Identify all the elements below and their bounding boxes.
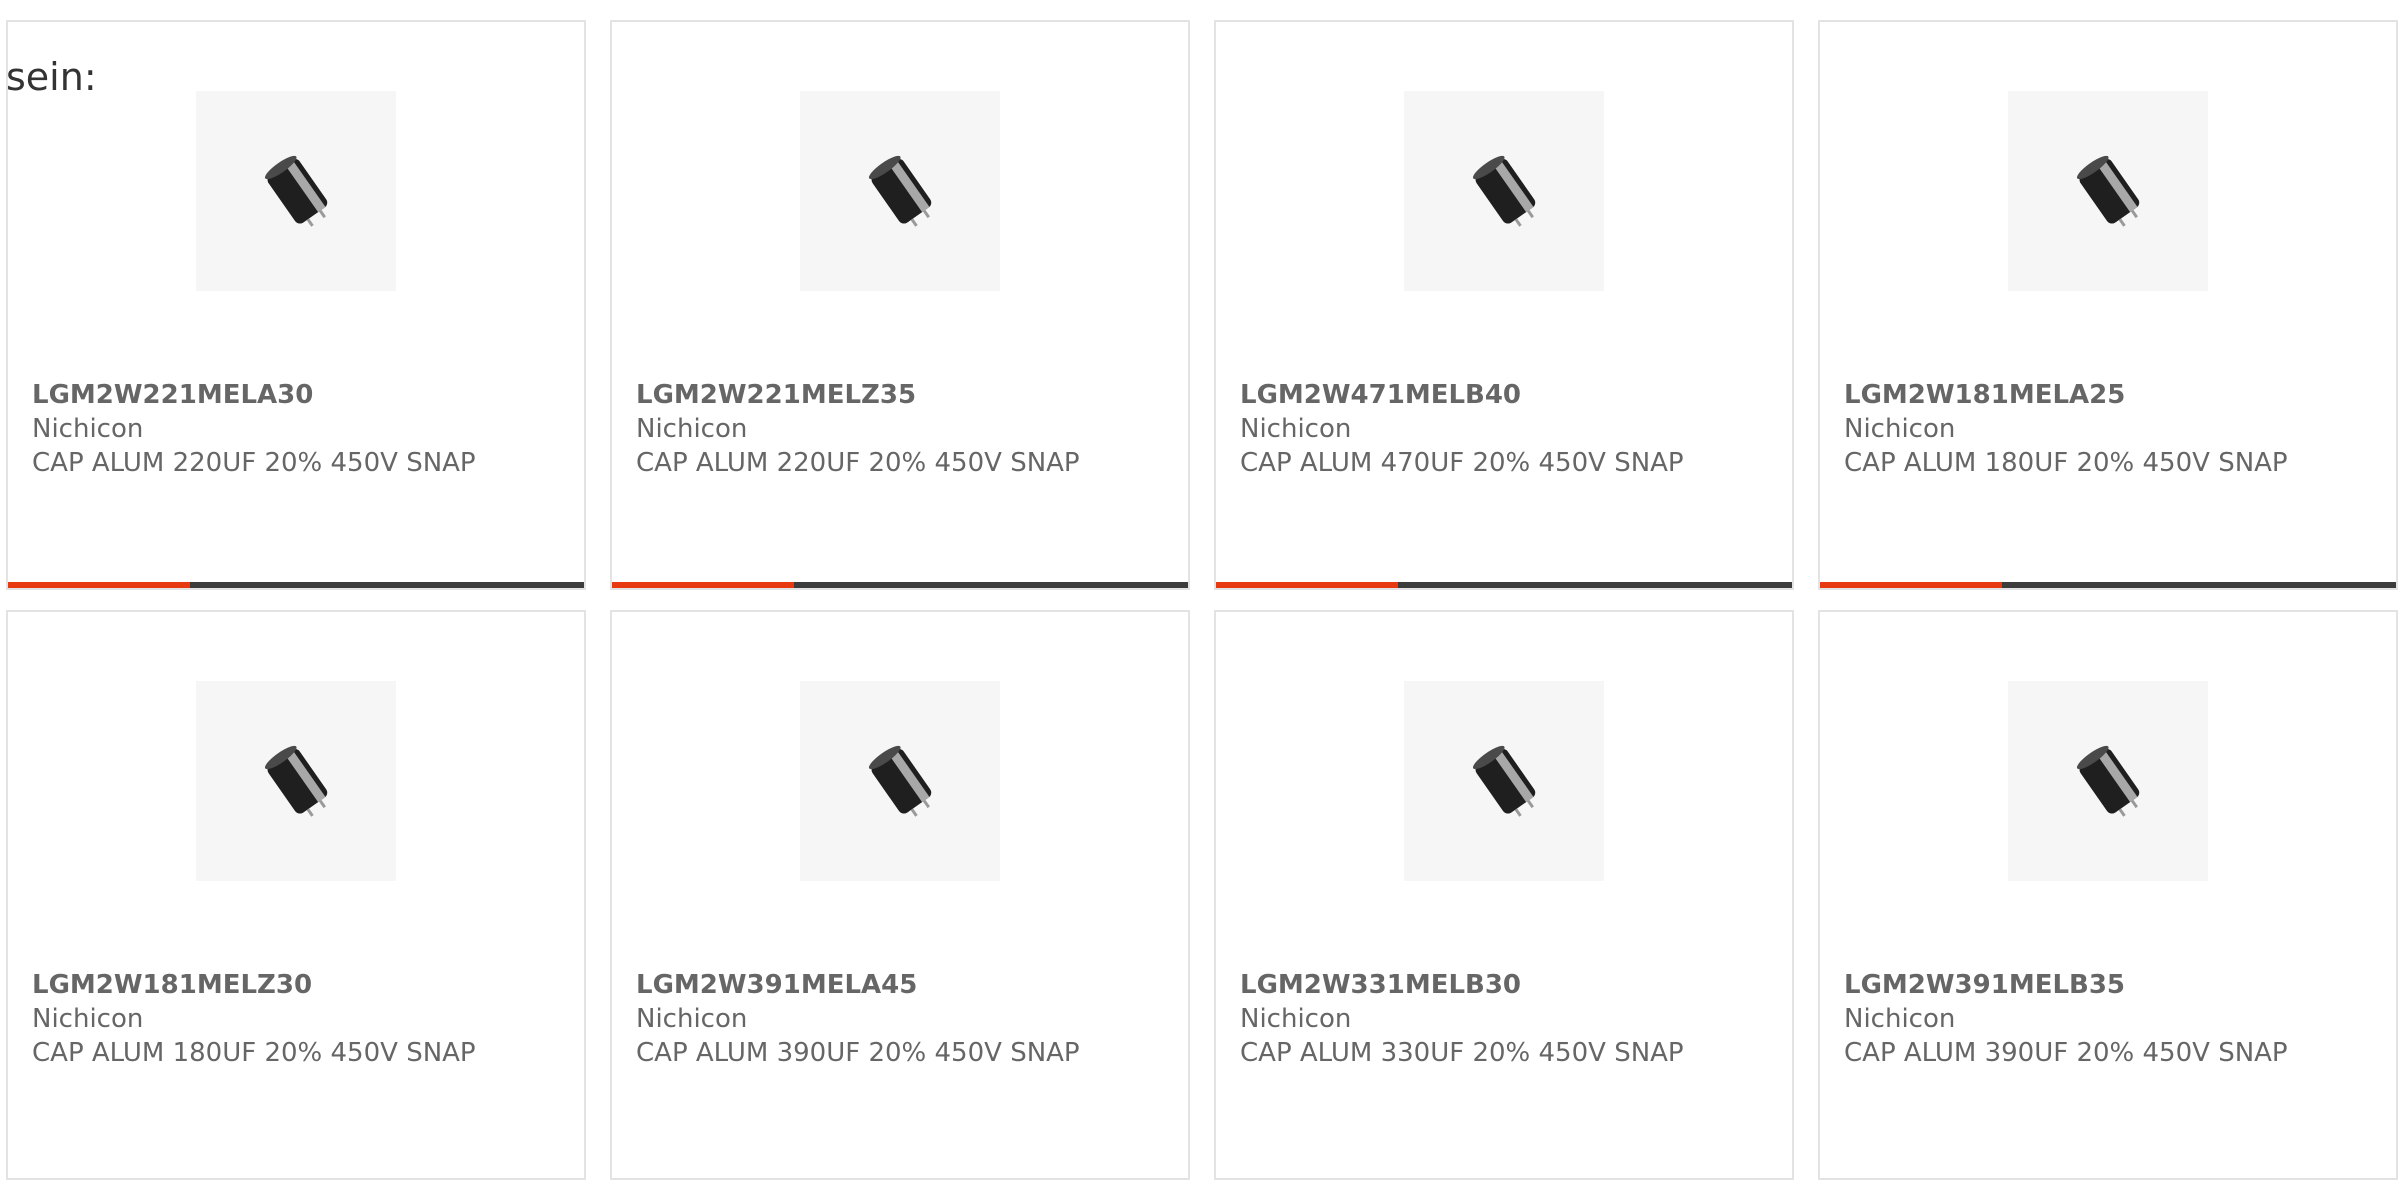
- card-accent-bar: [8, 582, 584, 588]
- capacitor-icon[interactable]: [800, 91, 1000, 291]
- capacitor-icon[interactable]: [1404, 91, 1604, 291]
- manufacturer: Nichicon: [1240, 414, 1352, 444]
- product-info: LGM2W471MELB40 Nichicon CAP ALUM 470UF 2…: [1240, 378, 1772, 480]
- intro-text: sein:: [6, 55, 97, 99]
- card-accent-fill: [1820, 582, 2002, 588]
- product-card[interactable]: LGM2W391MELB35 Nichicon CAP ALUM 390UF 2…: [1818, 610, 2398, 1180]
- product-info: LGM2W331MELB30 Nichicon CAP ALUM 330UF 2…: [1240, 968, 1772, 1070]
- card-accent-bar: [1820, 582, 2396, 588]
- product-info: LGM2W221MELA30 Nichicon CAP ALUM 220UF 2…: [32, 378, 564, 480]
- manufacturer: Nichicon: [1240, 1004, 1352, 1034]
- card-accent-fill: [1216, 582, 1398, 588]
- card-accent-fill: [8, 582, 190, 588]
- card-accent-bar: [612, 582, 1188, 588]
- product-description: CAP ALUM 390UF 20% 450V SNAP: [636, 1038, 1080, 1068]
- product-info: LGM2W391MELB35 Nichicon CAP ALUM 390UF 2…: [1844, 968, 2376, 1070]
- product-description: CAP ALUM 390UF 20% 450V SNAP: [1844, 1038, 2288, 1068]
- part-number[interactable]: LGM2W221MELZ35: [636, 378, 1168, 412]
- capacitor-icon[interactable]: [800, 681, 1000, 881]
- card-accent-fill: [612, 582, 794, 588]
- capacitor-icon[interactable]: [2008, 91, 2208, 291]
- card-accent-bar: [1216, 582, 1792, 588]
- part-number[interactable]: LGM2W391MELB35: [1844, 968, 2376, 1002]
- product-info: LGM2W181MELZ30 Nichicon CAP ALUM 180UF 2…: [32, 968, 564, 1070]
- part-number[interactable]: LGM2W221MELA30: [32, 378, 564, 412]
- product-card[interactable]: LGM2W391MELA45 Nichicon CAP ALUM 390UF 2…: [610, 610, 1190, 1180]
- manufacturer: Nichicon: [1844, 1004, 1956, 1034]
- product-info: LGM2W221MELZ35 Nichicon CAP ALUM 220UF 2…: [636, 378, 1168, 480]
- part-number[interactable]: LGM2W471MELB40: [1240, 378, 1772, 412]
- part-number[interactable]: LGM2W181MELZ30: [32, 968, 564, 1002]
- manufacturer: Nichicon: [32, 414, 144, 444]
- manufacturer: Nichicon: [1844, 414, 1956, 444]
- product-description: CAP ALUM 220UF 20% 450V SNAP: [32, 448, 476, 478]
- product-grid: LGM2W221MELA30 Nichicon CAP ALUM 220UF 2…: [0, 0, 2400, 1180]
- product-card[interactable]: LGM2W221MELA30 Nichicon CAP ALUM 220UF 2…: [6, 20, 586, 590]
- product-description: CAP ALUM 180UF 20% 450V SNAP: [32, 1038, 476, 1068]
- capacitor-icon[interactable]: [196, 681, 396, 881]
- capacitor-icon[interactable]: [2008, 681, 2208, 881]
- product-card[interactable]: LGM2W181MELA25 Nichicon CAP ALUM 180UF 2…: [1818, 20, 2398, 590]
- product-info: LGM2W181MELA25 Nichicon CAP ALUM 180UF 2…: [1844, 378, 2376, 480]
- product-description: CAP ALUM 180UF 20% 450V SNAP: [1844, 448, 2288, 478]
- product-card[interactable]: LGM2W181MELZ30 Nichicon CAP ALUM 180UF 2…: [6, 610, 586, 1180]
- manufacturer: Nichicon: [636, 1004, 748, 1034]
- product-description: CAP ALUM 220UF 20% 450V SNAP: [636, 448, 1080, 478]
- capacitor-icon[interactable]: [196, 91, 396, 291]
- part-number[interactable]: LGM2W181MELA25: [1844, 378, 2376, 412]
- part-number[interactable]: LGM2W331MELB30: [1240, 968, 1772, 1002]
- product-card[interactable]: LGM2W471MELB40 Nichicon CAP ALUM 470UF 2…: [1214, 20, 1794, 590]
- manufacturer: Nichicon: [32, 1004, 144, 1034]
- product-card[interactable]: LGM2W221MELZ35 Nichicon CAP ALUM 220UF 2…: [610, 20, 1190, 590]
- manufacturer: Nichicon: [636, 414, 748, 444]
- product-description: CAP ALUM 330UF 20% 450V SNAP: [1240, 1038, 1684, 1068]
- product-card[interactable]: LGM2W331MELB30 Nichicon CAP ALUM 330UF 2…: [1214, 610, 1794, 1180]
- product-info: LGM2W391MELA45 Nichicon CAP ALUM 390UF 2…: [636, 968, 1168, 1070]
- part-number[interactable]: LGM2W391MELA45: [636, 968, 1168, 1002]
- capacitor-icon[interactable]: [1404, 681, 1604, 881]
- product-description: CAP ALUM 470UF 20% 450V SNAP: [1240, 448, 1684, 478]
